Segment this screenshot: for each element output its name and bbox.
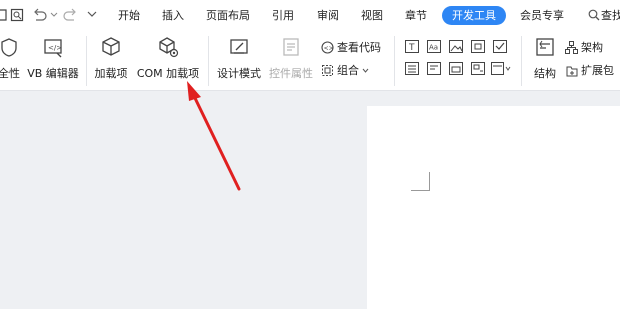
annotation-arrow [187, 81, 241, 191]
